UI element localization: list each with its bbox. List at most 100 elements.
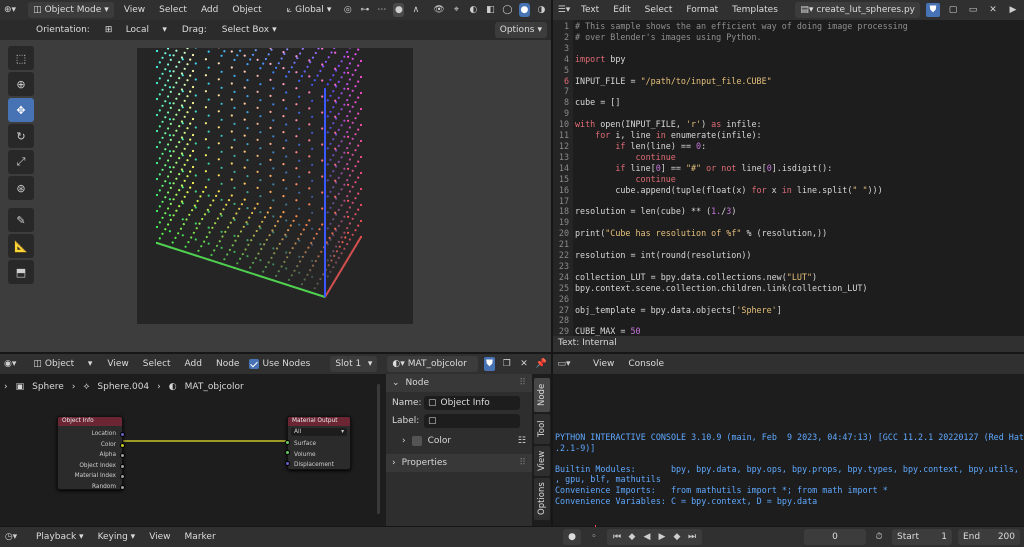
console-type-icon[interactable]: ▭▾ <box>557 357 571 371</box>
xray-icon[interactable]: ◧ <box>485 3 496 17</box>
text-menu-select[interactable]: Select <box>641 5 677 15</box>
add-cube-tool-icon[interactable]: ⬒ <box>8 260 34 284</box>
scale-tool-icon[interactable]: ⤢ <box>8 150 34 174</box>
color-subpanel[interactable]: › Color ☷ <box>386 428 532 446</box>
orientation-select[interactable]: ⊞ Local ▾ <box>100 22 172 38</box>
start-frame-field[interactable]: Start 1 <box>892 529 952 545</box>
node-label-field[interactable]: ▢ <box>424 414 520 428</box>
line-text: collection_LUT = bpy.data.collections.ne… <box>575 271 818 282</box>
visibility-icon[interactable]: 👁 <box>433 3 444 17</box>
pivot-icon[interactable]: ◎ <box>342 3 353 17</box>
drag-select[interactable]: Select Box ▾ <box>217 22 282 38</box>
unlink-icon[interactable]: ✕ <box>986 3 1000 17</box>
proportional-edit-icon[interactable]: ● <box>393 3 405 17</box>
tab-options[interactable]: Options <box>534 478 550 520</box>
list-icon[interactable]: ☷ <box>518 436 526 446</box>
console-menu-view[interactable]: View <box>589 359 618 369</box>
options-button[interactable]: Options ▾ <box>494 22 547 38</box>
annotate-tool-icon[interactable]: ✎ <box>8 208 34 232</box>
keying-set-icon[interactable]: ◦ <box>587 530 601 544</box>
run-script-icon[interactable]: ▶ <box>1006 3 1020 17</box>
node-editor-scrollbar[interactable] <box>377 384 380 514</box>
text-block-select[interactable]: ▤▾ create_lut_spheres.py <box>795 2 920 18</box>
stopwatch-icon[interactable]: ⏱ <box>872 530 886 544</box>
open-folder-icon[interactable]: ▭ <box>966 3 980 17</box>
next-keyframe-icon[interactable]: ◆ <box>670 530 684 544</box>
snap-icon[interactable]: ⊶ <box>359 3 370 17</box>
viewport-menu-select[interactable]: Select <box>155 5 191 15</box>
new-text-icon[interactable]: ▢ <box>946 3 960 17</box>
end-frame-field[interactable]: End 200 <box>958 529 1020 545</box>
socket-random[interactable] <box>120 484 125 490</box>
timeline-menu-playback[interactable]: Playback ▾ <box>32 532 88 542</box>
auto-keying-button[interactable]: ● <box>563 529 581 545</box>
pin-icon[interactable]: 📌 <box>536 357 547 371</box>
play-reverse-icon[interactable]: ◀ <box>640 530 654 544</box>
tab-node[interactable]: Node <box>534 378 550 412</box>
timeline-type-icon[interactable]: ◷▾ <box>4 530 18 544</box>
material-fake-user-icon[interactable]: ⛊ <box>483 357 496 371</box>
gizmo-icon[interactable]: ⌖ <box>451 3 462 17</box>
color-checkbox[interactable] <box>411 436 422 446</box>
socket-alpha[interactable] <box>120 453 125 458</box>
cursor-tool-icon[interactable]: ⊕ <box>8 72 34 96</box>
drag-handle-icon[interactable]: ⠿ <box>519 458 526 468</box>
console-menu-console[interactable]: Console <box>624 359 668 369</box>
socket-volume[interactable] <box>285 450 290 455</box>
fake-user-icon[interactable]: ⛊ <box>926 3 940 17</box>
socket-material-index[interactable] <box>120 474 125 479</box>
transform-orientation-select[interactable]: ⟀ Global ▾ <box>282 2 337 18</box>
socket-location[interactable] <box>120 432 125 437</box>
editor-type-icon[interactable]: ⊕▾ <box>4 3 16 17</box>
viewport-menu-view[interactable]: View <box>120 5 149 15</box>
jump-end-icon[interactable]: ⏭ <box>685 530 699 544</box>
move-tool-icon[interactable]: ✥ <box>8 98 34 122</box>
timeline-menu-keying[interactable]: Keying ▾ <box>94 532 140 542</box>
tab-view[interactable]: View <box>534 446 550 476</box>
text-editor-type-icon[interactable]: ☰▾ <box>557 3 571 17</box>
unlink-material-icon[interactable]: ✕ <box>518 357 529 371</box>
text-menu-view[interactable]: Text <box>577 5 603 15</box>
node-panel-header[interactable]: ⌄ Node ⠿ <box>386 374 532 392</box>
line-number: 13 <box>558 151 569 162</box>
transform-tool-icon[interactable]: ⊛ <box>8 176 34 200</box>
timeline-menu-view[interactable]: View <box>145 532 174 542</box>
jump-start-icon[interactable]: ⏮ <box>610 530 624 544</box>
viewport-menu-add[interactable]: Add <box>197 5 222 15</box>
measure-tool-icon[interactable]: 📐 <box>8 234 34 258</box>
text-menu-edit[interactable]: Edit <box>609 5 634 15</box>
rotate-tool-icon[interactable]: ↻ <box>8 124 34 148</box>
select-tool-icon[interactable]: ⬚ <box>8 46 34 70</box>
shading-wireframe-icon[interactable]: ◯ <box>502 3 513 17</box>
falloff-icon[interactable]: ∧ <box>410 3 421 17</box>
mode-select[interactable]: ◫ Object Mode ▾ <box>28 2 114 18</box>
snap-target-icon[interactable]: ⋯ <box>376 3 387 17</box>
current-frame-field[interactable]: 0 <box>804 529 866 545</box>
line-text: CUBE_MAX = 50 <box>575 326 641 336</box>
duplicate-material-icon[interactable]: ❐ <box>501 357 512 371</box>
object-info-node[interactable]: Object Info Location Color Alpha Object … <box>57 416 125 490</box>
prev-keyframe-icon[interactable]: ◆ <box>625 530 639 544</box>
socket-color[interactable] <box>120 442 125 448</box>
material-output-target[interactable]: All ▾ <box>291 428 347 436</box>
socket-object-index[interactable] <box>120 463 125 469</box>
code-area[interactable]: 1 # This sample shows the an efficient wa… <box>553 20 1024 336</box>
overlay-icon[interactable]: ◐ <box>468 3 479 17</box>
socket-surface[interactable] <box>285 439 290 445</box>
shading-solid-icon[interactable]: ● <box>518 3 530 17</box>
tab-tool[interactable]: Tool <box>534 414 550 444</box>
material-select[interactable]: ◐▾ MAT_objcolor <box>387 356 478 372</box>
text-menu-format[interactable]: Format <box>682 5 722 15</box>
shading-material-icon[interactable]: ◑ <box>536 3 547 17</box>
viewport-menu-object[interactable]: Object <box>228 5 265 15</box>
socket-displacement[interactable] <box>285 460 290 466</box>
play-icon[interactable]: ▶ <box>655 530 669 544</box>
material-output-node[interactable]: Material Output All ▾ Surface Volume Disp… <box>285 416 351 470</box>
drag-handle-icon[interactable]: ⠿ <box>519 378 526 388</box>
text-menu-templates[interactable]: Templates <box>728 5 782 15</box>
render-preview[interactable] <box>137 0 413 324</box>
timeline-menu-marker[interactable]: Marker <box>181 532 220 542</box>
properties-panel-header[interactable]: › Properties ⠿ <box>386 454 532 472</box>
node-name-field[interactable]: ▢ Object Info <box>424 396 520 410</box>
